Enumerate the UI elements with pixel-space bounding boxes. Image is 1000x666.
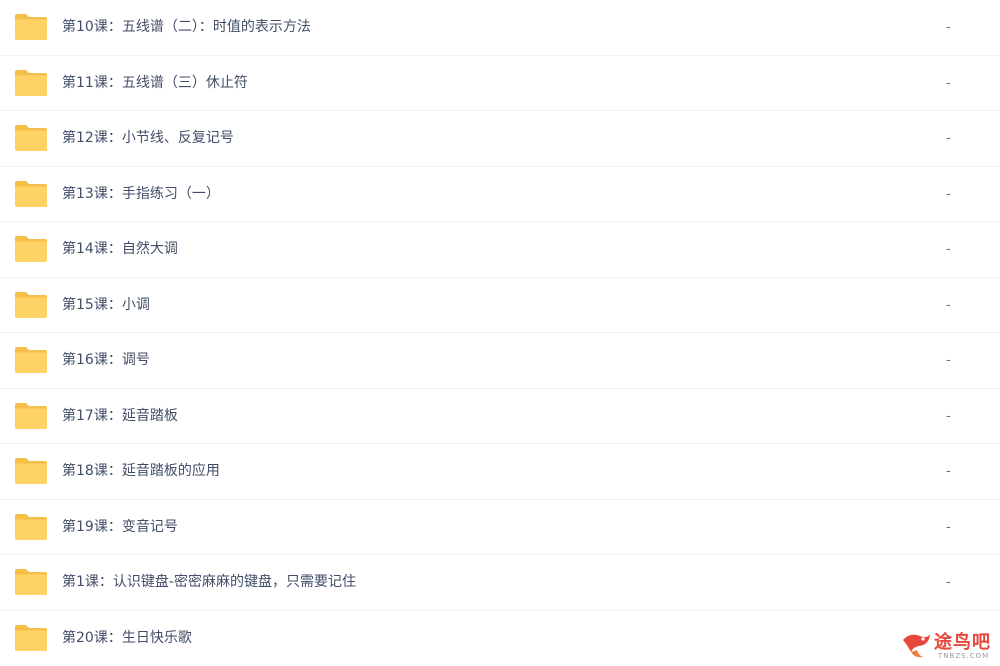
folder-name: 第10课：五线谱（二）：时值的表示方法 (62, 19, 311, 35)
folder-icon (14, 457, 48, 485)
folder-icon (14, 402, 48, 430)
folder-icon (14, 69, 48, 97)
folder-icon (14, 346, 48, 374)
folder-size: - (946, 131, 951, 146)
folder-name: 第18课：延音踏板的应用 (62, 463, 220, 479)
folder-size: - (946, 464, 951, 479)
folder-icon (14, 13, 48, 41)
folder-size: - (946, 408, 951, 424)
folder-icon (14, 235, 48, 263)
folder-row[interactable]: 第18课：延音踏板的应用 - (0, 444, 1000, 500)
tunaoba-logo-icon (900, 628, 934, 660)
folder-icon (14, 124, 48, 152)
folder-row[interactable]: 第13课：手指练习（一） - (0, 167, 1000, 222)
folder-name: 第15课：小调 (62, 296, 150, 313)
folder-row[interactable]: 第20课：生日快乐歌 - (0, 611, 1000, 666)
folder-row[interactable]: 第14课：自然大调 - (0, 222, 1000, 278)
folder-icon (14, 513, 48, 541)
file-list: 第10课：五线谱（二）：时值的表示方法 - 第11课：五线谱（三）休止符 - 第… (0, 0, 1000, 666)
folder-size: - (946, 575, 951, 590)
watermark: 途鸟吧 TNBZS.COM (900, 626, 996, 664)
folder-name: 第16课：调号 (62, 352, 150, 368)
folder-name: 第1课：认识键盘-密密麻麻的键盘，只需要记住 (62, 574, 356, 590)
folder-size: - (946, 20, 951, 35)
folder-row[interactable]: 第1课：认识键盘-密密麻麻的键盘，只需要记住 - (0, 555, 1000, 611)
folder-name: 第13课：手指练习（一） (62, 185, 220, 202)
folder-size: - (946, 186, 951, 202)
folder-row[interactable]: 第15课：小调 - (0, 278, 1000, 333)
folder-name: 第11课：五线谱（三）休止符 (62, 74, 248, 91)
folder-row[interactable]: 第12课：小节线、反复记号 - (0, 111, 1000, 167)
folder-size: - (946, 242, 951, 257)
folder-name: 第17课：延音踏板 (62, 407, 178, 424)
folder-row[interactable]: 第19课：变音记号 - (0, 500, 1000, 555)
folder-size: - (946, 519, 951, 535)
folder-name: 第12课：小节线、反复记号 (62, 130, 234, 146)
folder-icon (14, 291, 48, 319)
folder-size: - (946, 75, 951, 91)
folder-size: - (946, 297, 951, 313)
folder-row[interactable]: 第11课：五线谱（三）休止符 - (0, 56, 1000, 111)
folder-name: 第20课：生日快乐歌 (62, 629, 192, 646)
folder-row[interactable]: 第10课：五线谱（二）：时值的表示方法 - (0, 0, 1000, 56)
folder-name: 第14课：自然大调 (62, 241, 178, 257)
folder-name: 第19课：变音记号 (62, 518, 178, 535)
watermark-text: 途鸟吧 (934, 632, 991, 653)
folder-icon (14, 568, 48, 596)
folder-row[interactable]: 第17课：延音踏板 - (0, 389, 1000, 444)
watermark-subtext: TNBZS.COM (938, 652, 990, 660)
folder-size: - (946, 353, 951, 368)
folder-icon (14, 180, 48, 208)
folder-row[interactable]: 第16课：调号 - (0, 333, 1000, 389)
folder-icon (14, 624, 48, 652)
